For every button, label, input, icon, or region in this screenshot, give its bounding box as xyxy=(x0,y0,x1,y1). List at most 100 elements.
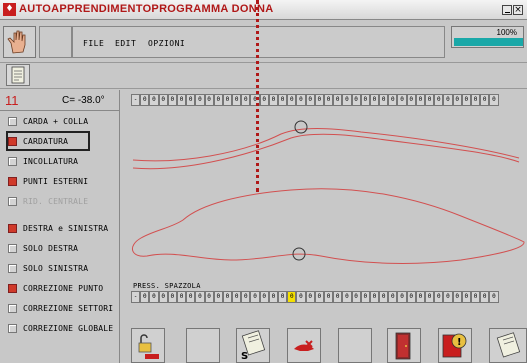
option-item[interactable]: CORREZIONE GLOBALE xyxy=(8,320,113,336)
strip-cell[interactable]: 0 xyxy=(323,94,334,106)
option-item[interactable]: CORREZIONE PUNTO xyxy=(8,280,103,296)
option-checkbox[interactable] xyxy=(8,156,17,166)
strip-cell[interactable]: 0 xyxy=(434,291,444,303)
strip-cell[interactable]: 0 xyxy=(425,94,435,106)
option-checkbox[interactable] xyxy=(8,303,17,313)
option-item[interactable]: CORREZIONE SETTORI xyxy=(8,300,113,316)
strip-cell[interactable]: 0 xyxy=(470,291,481,303)
info-button[interactable]: ! xyxy=(438,328,472,363)
option-checkbox[interactable] xyxy=(8,176,17,186)
strip-cell[interactable]: 0 xyxy=(415,94,425,106)
strip-cell[interactable]: 0 xyxy=(167,94,177,106)
strip-cell[interactable]: 0 xyxy=(333,94,343,106)
strip-cell[interactable]: 0 xyxy=(314,94,324,106)
strip-cell[interactable]: 0 xyxy=(351,291,361,303)
strip-cell[interactable]: 0 xyxy=(140,94,150,106)
edit-document-button[interactable] xyxy=(489,328,527,363)
strip-cell[interactable]: 0 xyxy=(149,291,159,303)
option-item[interactable]: SOLO SINISTRA xyxy=(8,260,88,276)
strip-cell[interactable]: 0 xyxy=(379,291,389,303)
option-item[interactable]: PUNTI ESTERNI xyxy=(8,173,88,189)
strip-cell[interactable]: 0 xyxy=(158,291,168,303)
strip-cell[interactable]: 0 xyxy=(489,94,499,106)
strip-cell[interactable]: 0 xyxy=(452,94,462,106)
strip-cell[interactable]: 0 xyxy=(323,291,334,303)
option-checkbox[interactable] xyxy=(8,223,17,233)
strip-cell[interactable]: 0 xyxy=(388,94,398,106)
strip-cell[interactable]: 0 xyxy=(259,94,269,106)
strip-cell[interactable]: 0 xyxy=(425,291,435,303)
strip-cell[interactable]: 0 xyxy=(176,291,187,303)
strip-cell[interactable]: 0 xyxy=(461,291,471,303)
strip-cell[interactable]: 0 xyxy=(342,291,352,303)
strip-cell[interactable]: 0 xyxy=(406,291,416,303)
option-item[interactable]: CARDATURA xyxy=(5,131,91,151)
menu-options[interactable]: OPZIONI xyxy=(148,39,185,48)
strip-cell[interactable]: 0 xyxy=(213,94,223,106)
strip-cell[interactable]: 0 xyxy=(287,94,297,106)
strip-cell[interactable]: 0 xyxy=(452,291,462,303)
strip-cell[interactable]: 0 xyxy=(232,94,242,106)
strip-cell[interactable]: 0 xyxy=(296,291,306,303)
strip-cell[interactable]: 0 xyxy=(241,94,251,106)
strip-cell[interactable]: 0 xyxy=(379,94,389,106)
option-checkbox[interactable] xyxy=(8,243,17,253)
strip-cell[interactable]: 0 xyxy=(434,94,444,106)
strip-cell[interactable]: 0 xyxy=(461,94,471,106)
strip-cell[interactable]: 0 xyxy=(406,94,416,106)
blank-button-1[interactable] xyxy=(186,328,220,363)
strip-cell[interactable]: 0 xyxy=(397,94,407,106)
strip-cell[interactable]: 0 xyxy=(232,291,242,303)
option-item[interactable]: DESTRA e SINISTRA xyxy=(8,220,108,236)
menu-file[interactable]: FILE xyxy=(83,39,104,48)
strip-cell[interactable]: 0 xyxy=(360,94,370,106)
strip-cell[interactable]: - xyxy=(131,94,141,106)
strip-cell[interactable]: 0 xyxy=(480,94,490,106)
option-checkbox[interactable] xyxy=(8,116,17,126)
strip-cell[interactable]: 0 xyxy=(140,291,150,303)
strip-cell[interactable]: 0 xyxy=(268,291,278,303)
option-checkbox[interactable] xyxy=(8,263,17,273)
strip-cell[interactable]: 0 xyxy=(186,291,196,303)
strip-cell[interactable]: 0 xyxy=(305,94,315,106)
option-checkbox[interactable] xyxy=(8,136,17,146)
strip-cell[interactable]: 0 xyxy=(241,291,251,303)
exit-button[interactable] xyxy=(387,328,421,363)
option-item[interactable]: CARDA + COLLA xyxy=(8,113,88,129)
strip-cell[interactable]: 0 xyxy=(259,291,269,303)
strip-cell[interactable]: 0 xyxy=(305,291,315,303)
option-item[interactable]: SOLO DESTRA xyxy=(8,240,78,256)
strip-cell[interactable]: 0 xyxy=(333,291,343,303)
strip-cell[interactable]: 0 xyxy=(278,291,288,303)
strip-cell[interactable]: 0 xyxy=(369,94,380,106)
strip-cell[interactable]: 0 xyxy=(204,291,214,303)
strip-cell[interactable]: 0 xyxy=(443,291,453,303)
strip-cell[interactable]: 0 xyxy=(369,291,380,303)
strip-cell[interactable]: 0 xyxy=(480,291,490,303)
strip-cell[interactable]: 0 xyxy=(342,94,352,106)
strip-cell[interactable]: 0 xyxy=(360,291,370,303)
strip-cell[interactable]: 0 xyxy=(176,94,187,106)
strip-cell[interactable]: 0 xyxy=(149,94,159,106)
strip-cell[interactable]: 0 xyxy=(222,94,233,106)
strip-cell[interactable]: 0 xyxy=(470,94,481,106)
strip-cell[interactable]: 0 xyxy=(278,94,288,106)
strip-cell[interactable]: 0 xyxy=(415,291,425,303)
delete-button[interactable] xyxy=(287,328,321,363)
save-button[interactable]: S xyxy=(236,328,270,363)
strip-cell[interactable]: 0 xyxy=(195,94,205,106)
strip-cell[interactable]: 0 xyxy=(186,94,196,106)
strip-cell[interactable]: 0 xyxy=(397,291,407,303)
strip-cell[interactable]: 0 xyxy=(222,291,233,303)
strip-cell[interactable]: 0 xyxy=(388,291,398,303)
strip-cell[interactable]: 0 xyxy=(167,291,177,303)
strip-cell-active[interactable]: 0 xyxy=(287,291,297,303)
document-button[interactable] xyxy=(6,64,30,86)
strip-cell[interactable]: 0 xyxy=(314,291,324,303)
strip-cell[interactable]: 0 xyxy=(489,291,499,303)
unlock-button[interactable] xyxy=(131,328,165,363)
hand-button[interactable] xyxy=(3,26,36,58)
strip-cell[interactable]: 0 xyxy=(296,94,306,106)
strip-cell[interactable]: 0 xyxy=(195,291,205,303)
strip-cell[interactable]: - xyxy=(131,291,141,303)
